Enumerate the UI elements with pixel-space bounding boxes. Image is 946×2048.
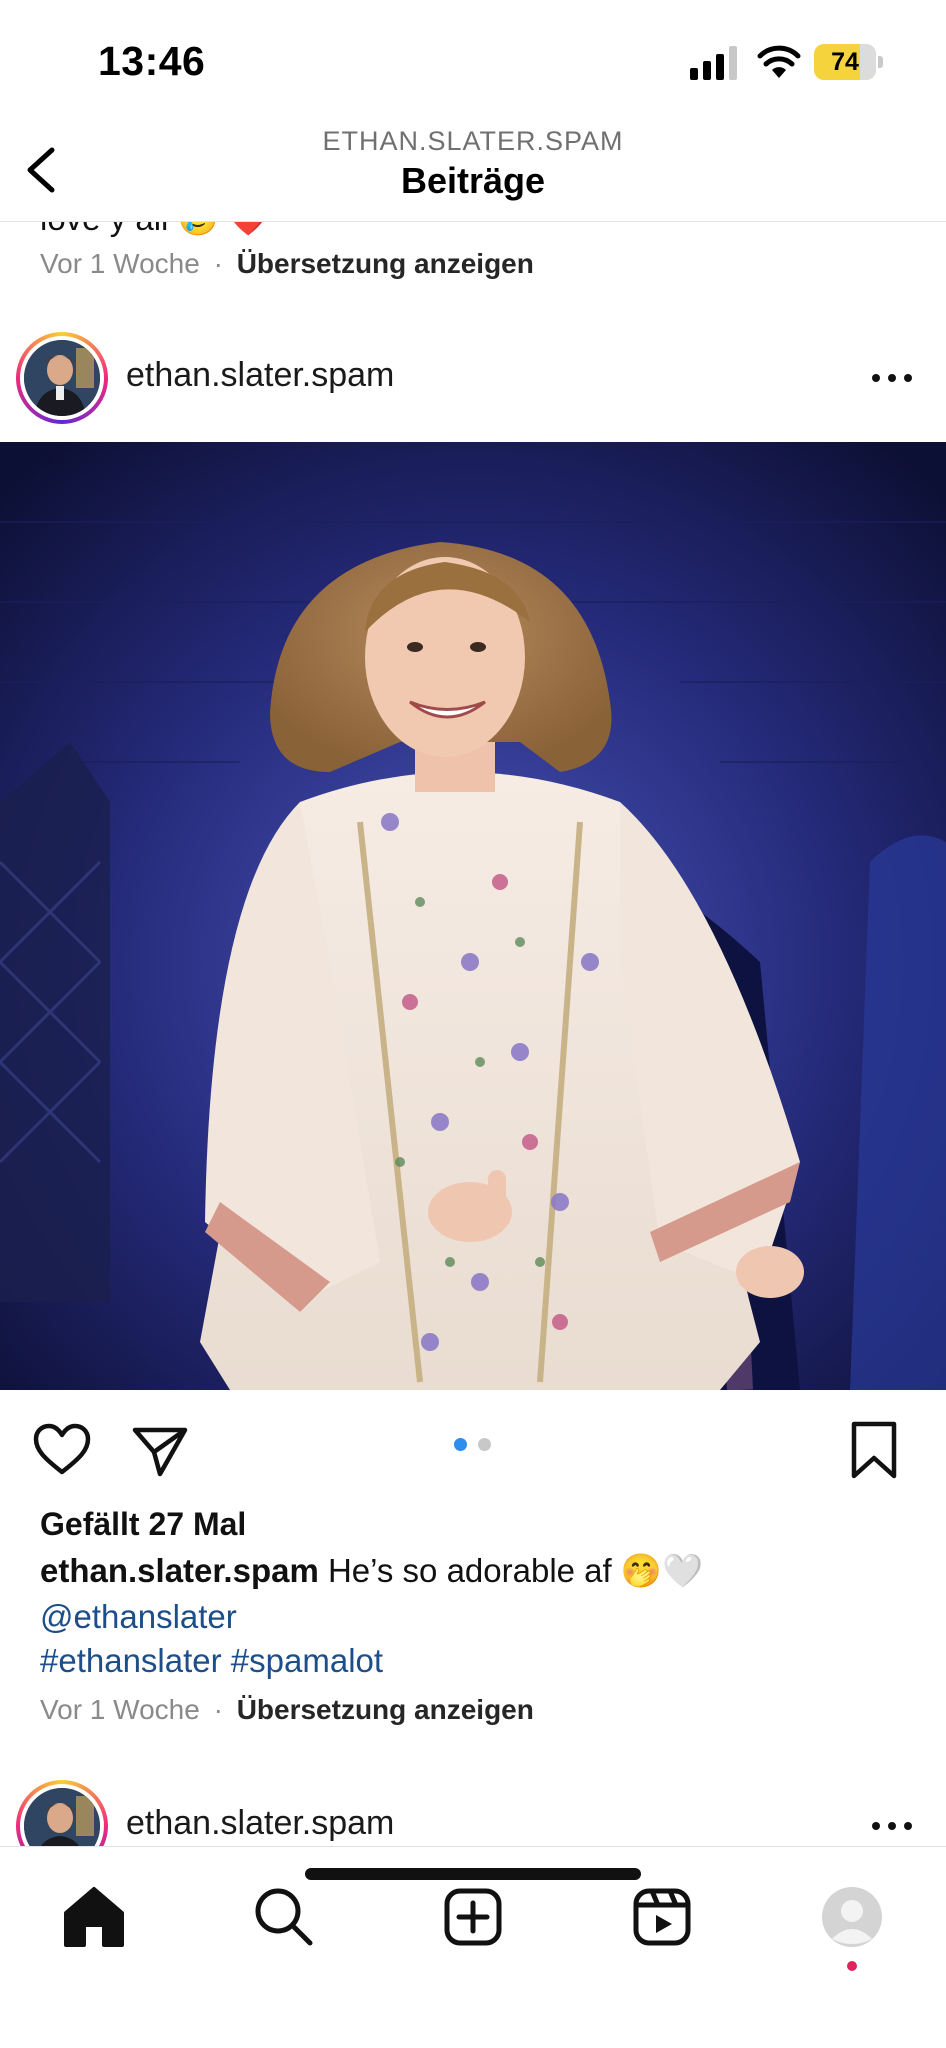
notification-dot bbox=[847, 1961, 857, 1971]
caption-hashtags[interactable]: #ethanslater #spamalot bbox=[40, 1642, 383, 1680]
reels-icon[interactable] bbox=[622, 1877, 702, 1957]
previous-caption-tail: love y all 🥲 ❤️ bbox=[40, 222, 269, 239]
avatar[interactable] bbox=[16, 332, 108, 424]
previous-post-meta: Vor 1 Woche · Übersetzung anzeigen bbox=[40, 248, 534, 280]
next-avatar[interactable] bbox=[16, 1780, 108, 1846]
home-icon[interactable] bbox=[54, 1877, 134, 1957]
previous-post-tail: love y all 🥲 ❤️ Vor 1 Woche · Übersetzun… bbox=[0, 222, 946, 302]
more-options-icon[interactable] bbox=[862, 1808, 922, 1844]
battery-indicator: 74 bbox=[814, 44, 883, 80]
avatar-border bbox=[20, 336, 104, 420]
avatar-photo bbox=[24, 1788, 100, 1846]
battery-percent: 74 bbox=[831, 48, 859, 76]
post-time: Vor 1 Woche bbox=[40, 248, 200, 279]
next-post-username[interactable]: ethan.slater.spam bbox=[126, 1804, 394, 1843]
caption-mention[interactable]: @ethanslater bbox=[40, 1598, 237, 1636]
post-meta: Vor 1 Woche · Übersetzung anzeigen bbox=[40, 1694, 534, 1726]
wifi-icon bbox=[757, 45, 801, 78]
like-heart-icon[interactable] bbox=[32, 1422, 92, 1478]
avatar-border bbox=[20, 1784, 104, 1846]
post-photo bbox=[0, 442, 946, 1390]
nav-header: ETHAN.SLATER.SPAM Beiträge bbox=[0, 120, 946, 222]
post-image[interactable] bbox=[0, 442, 946, 1390]
post-actions bbox=[0, 1400, 946, 1496]
profile-tab[interactable] bbox=[812, 1877, 892, 1971]
caption-username[interactable]: ethan.slater.spam bbox=[40, 1552, 319, 1589]
meta-separator: · bbox=[213, 248, 223, 279]
post-time: Vor 1 Woche bbox=[40, 1694, 200, 1725]
carousel-indicator bbox=[454, 1438, 494, 1452]
create-plus-icon[interactable] bbox=[433, 1877, 513, 1957]
status-time: 13:46 bbox=[98, 38, 206, 84]
translate-link[interactable]: Übersetzung anzeigen bbox=[237, 1694, 534, 1725]
post-username[interactable]: ethan.slater.spam bbox=[126, 356, 394, 395]
save-bookmark-icon[interactable] bbox=[848, 1420, 900, 1480]
likes-count[interactable]: Gefällt 27 Mal bbox=[40, 1506, 246, 1543]
carousel-dot bbox=[478, 1438, 491, 1451]
post-header: ethan.slater.spam bbox=[0, 326, 946, 430]
next-post-header: ethan.slater.spam bbox=[0, 1774, 946, 1846]
caption-text: He’s so adorable af 🤭🤍 bbox=[327, 1552, 704, 1589]
avatar-image bbox=[24, 1788, 100, 1846]
nav-account-name: ETHAN.SLATER.SPAM bbox=[322, 126, 624, 156]
translate-link[interactable]: Übersetzung anzeigen bbox=[237, 248, 534, 279]
more-options-icon[interactable] bbox=[862, 360, 922, 396]
carousel-dot-active bbox=[454, 1438, 467, 1451]
meta-separator: · bbox=[213, 1694, 223, 1725]
cellular-signal-icon bbox=[690, 46, 737, 80]
avatar-photo bbox=[24, 340, 100, 416]
post-caption: ethan.slater.spam He’s so adorable af 🤭🤍 bbox=[40, 1552, 703, 1591]
page-title: Beiträge bbox=[400, 160, 546, 201]
home-indicator bbox=[305, 1868, 641, 1880]
search-icon[interactable] bbox=[244, 1877, 324, 1957]
share-send-icon[interactable] bbox=[130, 1422, 190, 1478]
battery-body: 74 bbox=[814, 44, 876, 80]
avatar-image bbox=[24, 340, 100, 416]
status-bar: 13:46 74 bbox=[0, 0, 946, 120]
battery-tip bbox=[878, 56, 883, 68]
profile-avatar-icon bbox=[822, 1887, 882, 1947]
